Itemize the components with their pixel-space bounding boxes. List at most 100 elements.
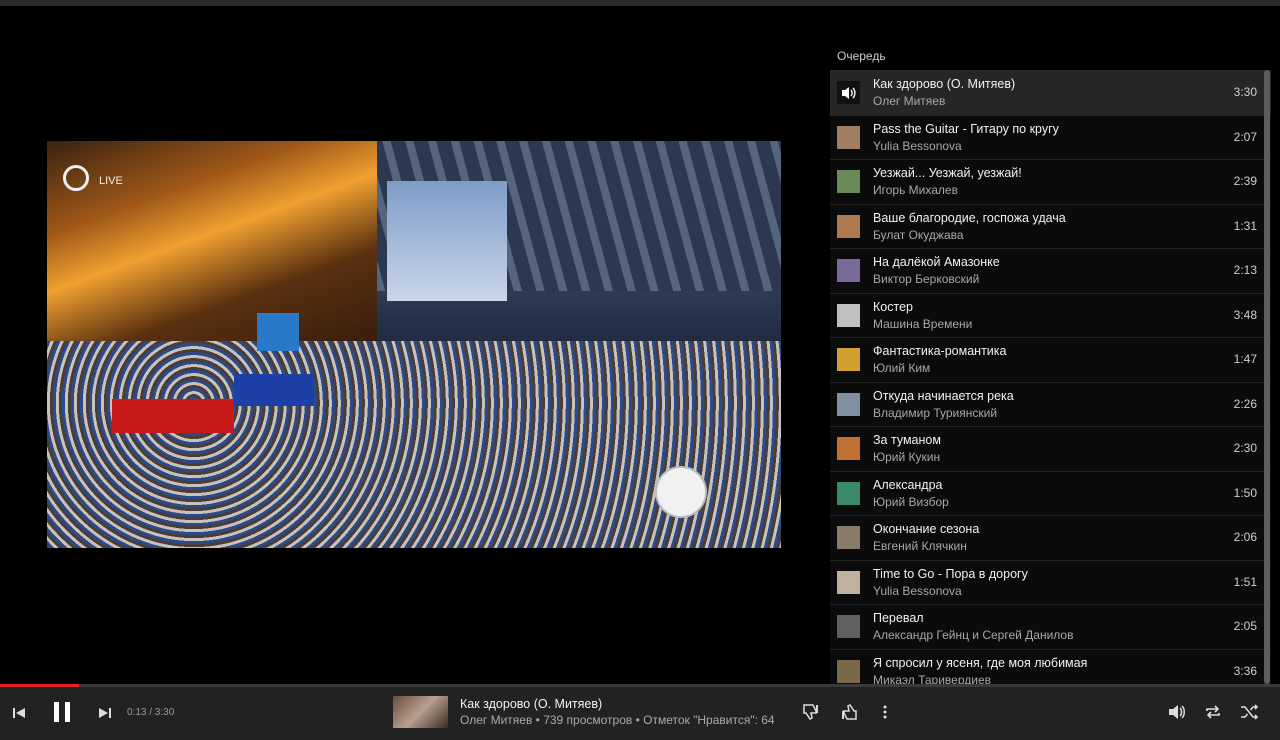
queue-item-duration: 3:36 xyxy=(1233,663,1257,678)
queue-item[interactable]: Фантастика-романтика Юлий Ким 1:47 xyxy=(830,338,1271,383)
queue-item[interactable]: Уезжай... Уезжай, уезжай! Игорь Михалев 2:… xyxy=(830,160,1271,205)
time-display: 0:13 / 3:30 xyxy=(127,707,175,718)
dislike-button[interactable] xyxy=(800,702,822,722)
queue-item-artist: Yulia Bessonova xyxy=(873,138,962,153)
queue-scrollbar-thumb[interactable] xyxy=(1264,70,1270,684)
queue-item-thumbnail xyxy=(837,615,860,638)
queue-item-artist: Александр Гейнц и Сергей Данилов xyxy=(873,628,1074,642)
queue-item-duration: 1:47 xyxy=(1233,352,1257,366)
queue-item-duration: 2:26 xyxy=(1233,396,1257,411)
queue-item-title: Откуда начинается река xyxy=(873,388,1014,403)
channel-watermark-icon xyxy=(655,466,707,518)
repeat-button[interactable] xyxy=(1202,702,1224,722)
queue-item[interactable]: Окончание сезона Евгений Клячкин 2:06 xyxy=(830,516,1271,561)
live-label: LIVE xyxy=(99,175,123,187)
queue-item-duration: 2:30 xyxy=(1233,441,1257,455)
queue-list: Как здорово (О. Митяев) Олег Митяев 3:30 Pa… xyxy=(830,70,1271,685)
queue-item-artist: Виктор Берковский xyxy=(873,272,980,286)
queue-item-thumbnail xyxy=(837,125,860,149)
progress-fill xyxy=(0,684,80,687)
queue-item[interactable]: Откуда начинается река Владимир Туриянски… xyxy=(830,383,1271,427)
more-vertical-icon xyxy=(883,705,887,719)
queue-item-duration: 3:30 xyxy=(1233,85,1257,99)
queue-item-thumbnail xyxy=(837,348,860,371)
queue-item-thumbnail xyxy=(837,659,860,683)
next-button[interactable] xyxy=(96,705,114,721)
pause-icon xyxy=(54,702,70,722)
queue-item-title: На далёкой Амазонке xyxy=(873,255,1000,269)
queue-item-title: Костер xyxy=(873,299,913,314)
skip-previous-icon xyxy=(13,708,25,718)
top-bar xyxy=(0,0,1280,6)
queue-item[interactable]: Перевал Александр Гейнц и Сергей Данилов 2… xyxy=(830,605,1271,650)
queue-item-duration: 2:39 xyxy=(1233,174,1257,188)
queue-item-artist: Юрий Кукин xyxy=(873,450,941,464)
queue-item-thumbnail xyxy=(837,481,860,505)
queue-item-title: Окончание сезона xyxy=(873,522,980,536)
queue-item[interactable]: Pass the Guitar - Гитару по кругу Yulia B… xyxy=(830,116,1271,160)
queue-item-title: Pass the Guitar - Гитару по кругу xyxy=(873,121,1059,136)
shuffle-icon xyxy=(1241,704,1258,720)
pause-button[interactable] xyxy=(50,700,74,724)
queue-item[interactable]: Time to Go - Пора в дорогу Yulia Bessonov… xyxy=(830,561,1271,605)
ok-logo-icon xyxy=(63,165,89,191)
queue-item-duration: 2:06 xyxy=(1233,530,1257,544)
video-crowd-scene xyxy=(47,341,781,548)
queue-item[interactable]: Я спросил у ясеня, где моя любимая Микаэл… xyxy=(830,650,1271,685)
video-banner-blue xyxy=(234,374,314,406)
queue-scrollbar[interactable] xyxy=(1264,70,1270,684)
queue-item-title: Как здорово (О. Митяев) xyxy=(873,77,1016,91)
shuffle-button[interactable] xyxy=(1238,702,1260,722)
queue-item-thumbnail xyxy=(837,259,860,282)
video-banner-red xyxy=(112,399,234,433)
queue-item-artist: Машина Времени xyxy=(873,316,973,331)
thumbs-up-icon xyxy=(842,704,857,720)
video-sky-scene xyxy=(387,181,507,301)
queue-item-title: Time to Go - Пора в дорогу xyxy=(873,566,1028,581)
queue-item-title: Я спросил у ясеня, где моя любимая xyxy=(873,655,1088,670)
queue-item-thumbnail xyxy=(837,437,860,460)
now-playing-thumbnail[interactable] xyxy=(393,696,448,728)
volume-button[interactable] xyxy=(1166,702,1188,722)
queue-item-title: Фантастика-романтика xyxy=(873,344,1007,358)
queue-item[interactable]: За туманом Юрий Кукин 2:30 xyxy=(830,427,1271,472)
queue-item[interactable]: Костер Машина Времени 3:48 xyxy=(830,294,1271,338)
queue-item-artist: Yulia Bessonova xyxy=(873,583,962,598)
queue-item-artist: Евгений Клячкин xyxy=(873,539,967,553)
queue-item-artist: Игорь Михалев xyxy=(873,183,958,197)
queue-item-thumbnail xyxy=(837,214,860,238)
queue-item-thumbnail xyxy=(837,303,860,327)
queue-title: Очередь xyxy=(837,49,886,63)
video-stage-screen xyxy=(257,313,299,351)
queue-item[interactable]: Александра Юрий Визбор 1:50 xyxy=(830,472,1271,516)
repeat-icon xyxy=(1206,705,1220,719)
queue-item-artist: Олег Митяев xyxy=(873,94,946,108)
queue-item-duration: 2:05 xyxy=(1233,619,1257,633)
previous-button[interactable] xyxy=(10,705,28,721)
queue-item-title: Александра xyxy=(873,477,943,492)
queue-item-thumbnail xyxy=(837,392,860,416)
thumbs-down-icon xyxy=(803,704,818,720)
queue-item-artist: Юлий Ким xyxy=(873,361,931,375)
now-playing-speaker-icon xyxy=(837,81,860,104)
queue-item[interactable]: Как здорово (О. Митяев) Олег Митяев 3:30 xyxy=(830,71,1271,116)
queue-item[interactable]: Ваше благородие, госпожа удача Булат Окуд… xyxy=(830,205,1271,249)
queue-item-artist: Юрий Визбор xyxy=(873,494,949,509)
video-player[interactable]: LIVE xyxy=(47,141,781,548)
queue-item-duration: 1:50 xyxy=(1233,485,1257,500)
more-options-button[interactable] xyxy=(878,702,892,722)
like-button[interactable] xyxy=(838,702,860,722)
player-bar xyxy=(0,684,1280,740)
queue-item-title: Перевал xyxy=(873,611,924,625)
progress-bar[interactable] xyxy=(0,684,1280,687)
skip-next-icon xyxy=(99,708,111,718)
queue-item-duration: 2:07 xyxy=(1233,129,1257,144)
now-playing-meta: Олег Митяев • 739 просмотров • Отметок "… xyxy=(460,713,775,727)
now-playing-title[interactable]: Как здорово (О. Митяев) xyxy=(460,697,602,711)
queue-item-title: За туманом xyxy=(873,433,941,447)
queue-item-duration: 1:51 xyxy=(1233,574,1257,589)
queue-item-artist: Владимир Туриянский xyxy=(873,405,998,420)
queue-item-duration: 1:31 xyxy=(1233,218,1257,233)
queue-item-title: Уезжай... Уезжай, уезжай! xyxy=(873,166,1022,180)
queue-item[interactable]: На далёкой Амазонке Виктор Берковский 2:13 xyxy=(830,249,1271,294)
